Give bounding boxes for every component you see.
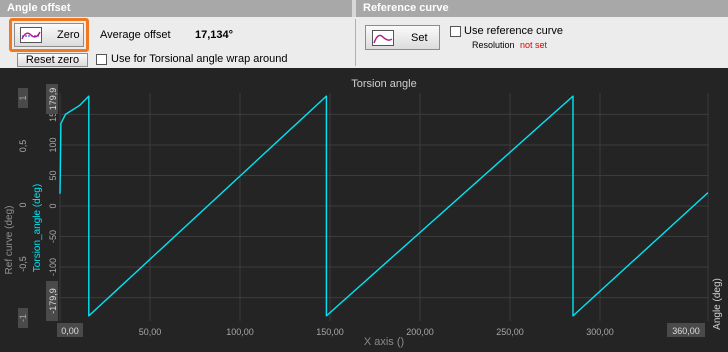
x-min-label: 0,00: [61, 326, 79, 336]
torsion-angle-axis-label: Torsion_angle (deg): [32, 184, 43, 272]
ref-axis-tick-label: 0: [18, 202, 28, 207]
reference-curve-header: Reference curve: [356, 0, 728, 17]
x-max-label: 360,00: [672, 326, 700, 336]
torsion-angle-chart: Torsion angle Ref curve (deg) Torsion_an…: [4, 78, 723, 348]
x-tick-label: 200,00: [406, 327, 434, 337]
reset-zero-button[interactable]: Reset zero: [17, 53, 88, 67]
y-tick-label: -100: [48, 258, 58, 276]
curve-chart-icon: [372, 30, 394, 46]
wrap-around-checkbox[interactable]: [96, 54, 107, 65]
average-offset-label: Average offset: [100, 29, 171, 41]
resolution-value: not set: [520, 40, 548, 50]
ref-axis-tick-label: -1: [18, 314, 28, 322]
angle-offset-header: Angle offset: [0, 0, 352, 17]
right-angle-axis-label: Angle (deg): [712, 278, 723, 330]
use-reference-curve-label: Use reference curve: [464, 25, 564, 37]
y-tick-label: 100: [48, 137, 58, 152]
curve-chart-icon: [20, 27, 42, 43]
average-offset-value: 17,134°: [195, 29, 234, 41]
set-reference-button[interactable]: Set: [365, 25, 440, 50]
x-tick-label: 150,00: [316, 327, 344, 337]
ref-curve-axis-label: Ref curve (deg): [4, 206, 15, 275]
y-tick-label: 50: [48, 170, 58, 180]
ref-axis-tick-label: -0,5: [18, 256, 28, 272]
zero-button[interactable]: Zero: [14, 23, 84, 47]
y-tick-label: 0: [48, 203, 58, 208]
ref-axis-tick-label: 1: [18, 95, 28, 100]
x-tick-label: 300,00: [586, 327, 614, 337]
y-max-label: 179,9: [48, 88, 58, 111]
x-tick-label: 100,00: [226, 327, 254, 337]
torsion-angle-chart-panel: Torsion angle Ref curve (deg) Torsion_an…: [0, 68, 728, 352]
set-reference-button-label: Set: [411, 32, 428, 44]
wrap-around-label: Use for Torsional angle wrap around: [111, 53, 288, 65]
zero-button-label: Zero: [57, 29, 80, 41]
y-tick-label: -50: [48, 230, 58, 243]
x-tick-label: 50,00: [139, 327, 162, 337]
resolution-label: Resolution: [472, 40, 515, 50]
x-tick-label: 250,00: [496, 327, 524, 337]
section-separator: [355, 19, 356, 66]
use-reference-curve-checkbox[interactable]: [450, 26, 461, 37]
chart-title: Torsion angle: [351, 78, 416, 90]
x-axis-label: X axis (): [364, 336, 404, 348]
ref-axis-tick-label: 0,5: [18, 140, 28, 153]
y-min-label: -179,9: [48, 288, 58, 314]
